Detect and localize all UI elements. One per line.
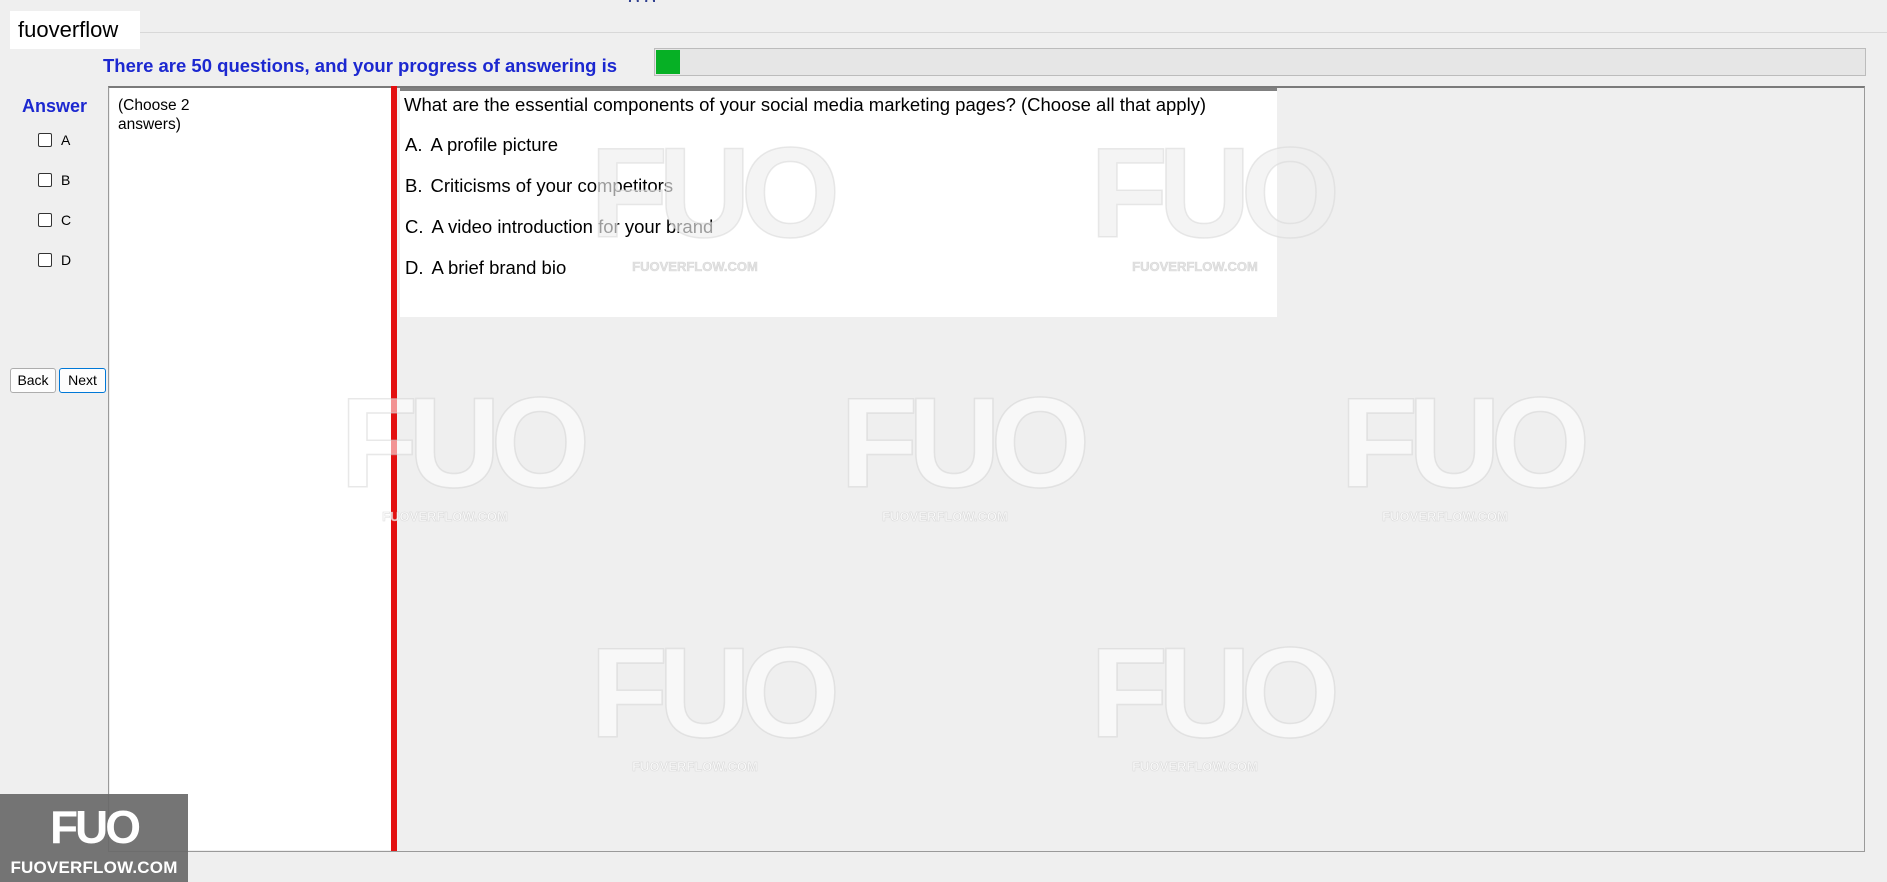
choice-label-b: B <box>61 172 71 188</box>
choice-label-d: D <box>61 252 72 268</box>
choice-label-a: A <box>61 132 71 148</box>
progress-label: There are 50 questions, and your progres… <box>103 55 618 76</box>
option-letter-d: D. <box>405 257 424 278</box>
option-text-a: A profile picture <box>430 134 558 155</box>
checkbox-d[interactable] <box>38 253 52 267</box>
option-letter-c: C. <box>405 216 424 237</box>
option-letter-a: A. <box>405 134 423 155</box>
fuoverflow-badge: FUO FUOVERFLOW.COM <box>0 794 188 882</box>
checkbox-a[interactable] <box>38 133 52 147</box>
answer-choice-d[interactable]: D <box>38 250 71 270</box>
title-fragment: gg <box>628 0 690 2</box>
brand-tab[interactable]: fuoverflow <box>10 11 140 49</box>
checkbox-c[interactable] <box>38 213 52 227</box>
badge-text: FUOVERFLOW.COM <box>10 858 178 877</box>
answer-choice-a[interactable]: A <box>38 130 70 150</box>
option-c: C. A video introduction for your brand <box>405 216 713 238</box>
option-text-c: A video introduction for your brand <box>431 216 714 237</box>
back-button[interactable]: Back <box>10 368 56 393</box>
answer-choice-b[interactable]: B <box>38 170 70 190</box>
answer-heading: Answer <box>22 96 88 116</box>
option-letter-b: B. <box>405 175 423 196</box>
question-panel: What are the essential components of you… <box>400 88 1277 317</box>
badge-logo: FUO <box>49 801 141 853</box>
checkbox-b[interactable] <box>38 173 52 187</box>
option-text-b: Criticisms of your competitors <box>430 175 674 196</box>
answer-choice-c[interactable]: C <box>38 210 71 230</box>
top-divider <box>140 32 1887 33</box>
option-b: B. Criticisms of your competitors <box>405 175 673 197</box>
next-button[interactable]: Next <box>59 368 106 393</box>
progress-bar-fill <box>656 50 681 74</box>
choice-label-c: C <box>61 212 72 228</box>
option-d: D. A brief brand bio <box>405 257 566 279</box>
question-stem: What are the essential components of you… <box>404 94 1207 115</box>
option-text-d: A brief brand bio <box>431 257 567 278</box>
hint-panel: (Choose 2 answers) <box>110 88 392 850</box>
option-a: A. A profile picture <box>405 134 558 156</box>
progress-bar <box>654 48 1866 76</box>
panel-splitter[interactable] <box>391 86 397 851</box>
answer-count-hint: (Choose 2 answers) <box>118 97 190 133</box>
